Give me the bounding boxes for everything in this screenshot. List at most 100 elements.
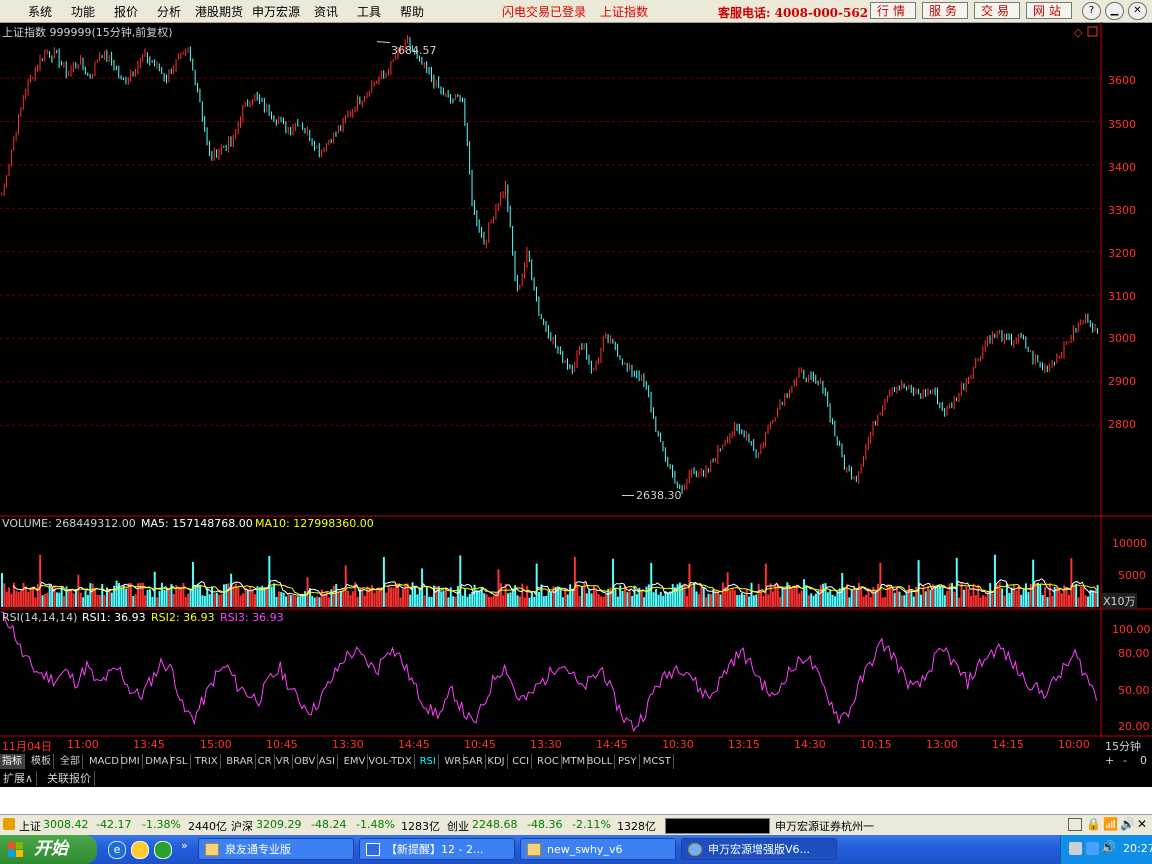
tab-rsi[interactable]: RSI bbox=[418, 754, 439, 769]
volume-bar bbox=[974, 595, 977, 607]
tab-mcst[interactable]: MCST bbox=[641, 754, 674, 769]
reset-button[interactable]: 0 bbox=[1140, 754, 1147, 767]
volume-bar bbox=[984, 596, 987, 607]
tab-vr[interactable]: VR bbox=[274, 754, 293, 769]
volume-bar bbox=[573, 556, 576, 607]
volume-bar bbox=[3, 583, 6, 607]
expand-tab[interactable]: 扩展∧ bbox=[0, 771, 38, 786]
tab-emv[interactable]: EMV bbox=[342, 754, 369, 769]
zoom-out-button[interactable]: - bbox=[1123, 754, 1127, 767]
close-status-icon[interactable]: ✕ bbox=[1137, 817, 1147, 831]
volume-bar bbox=[740, 592, 743, 607]
menu-help[interactable]: 帮助 bbox=[400, 3, 424, 20]
volume-bar bbox=[394, 583, 397, 607]
volume-bar bbox=[798, 593, 801, 607]
tab-obv[interactable]: OBV bbox=[292, 754, 319, 769]
clock[interactable]: 20:27 bbox=[1123, 842, 1152, 855]
service-button[interactable]: 服务 bbox=[922, 2, 968, 19]
tab-vol-tdx[interactable]: VOL-TDX bbox=[366, 754, 415, 769]
tab-dmi[interactable]: DMI bbox=[118, 754, 143, 769]
volume-bar bbox=[246, 590, 249, 607]
tab-asi[interactable]: ASI bbox=[317, 754, 338, 769]
volume-bar bbox=[530, 592, 533, 607]
menu-swhy[interactable]: 申万宏源 bbox=[252, 3, 300, 20]
volume-bar bbox=[779, 596, 782, 607]
volume-bar bbox=[444, 588, 447, 607]
tray-app-icon[interactable] bbox=[1069, 842, 1082, 855]
volume-bar bbox=[666, 592, 669, 607]
tab-boll[interactable]: BOLL bbox=[585, 754, 616, 769]
menu-system[interactable]: 系统 bbox=[28, 3, 52, 20]
volume-bar bbox=[115, 580, 118, 607]
volume-bar bbox=[1010, 587, 1013, 607]
task-quanyoutong[interactable]: 泉友通专业版 bbox=[198, 838, 354, 860]
volume-bar bbox=[373, 593, 376, 607]
windows-logo-icon bbox=[8, 842, 23, 857]
volume-bar bbox=[769, 583, 772, 607]
volume-bar bbox=[511, 588, 514, 607]
rsi-tick: 80.00 bbox=[1118, 647, 1150, 660]
volume-bar bbox=[760, 591, 763, 607]
tab-roc[interactable]: ROC bbox=[535, 754, 562, 769]
shield-icon[interactable] bbox=[1086, 842, 1099, 855]
tab-macd[interactable]: MACD bbox=[87, 754, 122, 769]
task-new-swhy[interactable]: new_swhy_v6 bbox=[520, 838, 676, 860]
tab-指标[interactable]: 指标 bbox=[0, 754, 25, 769]
minimize-icon[interactable]: ▁ bbox=[1105, 2, 1124, 20]
tab-全部[interactable]: 全部 bbox=[58, 754, 83, 769]
ie-icon[interactable]: e bbox=[108, 841, 126, 859]
menu-quote[interactable]: 报价 bbox=[114, 3, 138, 20]
tab-kdj[interactable]: KDJ bbox=[485, 754, 508, 769]
volume-bar bbox=[602, 596, 605, 607]
tab-brar[interactable]: BRAR bbox=[224, 754, 257, 769]
help-icon[interactable]: ? bbox=[1082, 2, 1101, 20]
chart-canvas[interactable]: ◇ bbox=[0, 22, 1152, 738]
lock-icon[interactable]: 🔒 bbox=[1086, 817, 1101, 831]
tab-cr[interactable]: CR bbox=[256, 754, 275, 769]
related-quotes-tab[interactable]: 关联报价 bbox=[44, 771, 95, 786]
volume-bar bbox=[822, 583, 825, 607]
volume-bar bbox=[172, 594, 175, 607]
website-button[interactable]: 网站 bbox=[1026, 2, 1072, 19]
zoom-in-button[interactable]: + bbox=[1105, 754, 1114, 767]
tab-fsl[interactable]: FSL bbox=[168, 754, 191, 769]
volume-icon[interactable]: 🔊 bbox=[1101, 840, 1116, 854]
start-button[interactable]: 开始 bbox=[0, 835, 97, 864]
volume-bar bbox=[803, 579, 806, 607]
volume-bar bbox=[53, 585, 56, 607]
volume-bar bbox=[318, 597, 321, 607]
volume-bar bbox=[590, 593, 593, 607]
menu-function[interactable]: 功能 bbox=[71, 3, 95, 20]
task-new-reminder[interactable]: 【新提醒】12 - 2... bbox=[359, 838, 515, 860]
flash-trade-status: 闪电交易已登录 bbox=[502, 5, 587, 19]
menu-analysis[interactable]: 分析 bbox=[157, 3, 181, 20]
window-icon[interactable] bbox=[1068, 818, 1082, 831]
tab-sar[interactable]: SAR bbox=[461, 754, 486, 769]
volume-title: VOLUME: 268449312.00 bbox=[2, 517, 136, 530]
quote-button[interactable]: 行情 bbox=[870, 2, 916, 19]
volume-tick: 10000 bbox=[1112, 537, 1147, 550]
app-icon[interactable] bbox=[154, 841, 172, 859]
close-icon[interactable]: ✕ bbox=[1128, 2, 1147, 20]
menu-news[interactable]: 资讯 bbox=[314, 3, 338, 20]
volume-bar bbox=[561, 597, 564, 607]
more-icon[interactable]: » bbox=[181, 839, 188, 852]
tab-psy[interactable]: PSY bbox=[616, 754, 640, 769]
volume-bar bbox=[232, 585, 235, 607]
volume-bar bbox=[762, 595, 765, 607]
volume-bar bbox=[347, 590, 350, 607]
tab-模板[interactable]: 模板 bbox=[29, 754, 54, 769]
volume-bar bbox=[48, 584, 51, 607]
volume-bar bbox=[203, 596, 206, 607]
task-swhy-enhanced[interactable]: 申万宏源增强版V6... bbox=[681, 838, 837, 860]
tab-trix[interactable]: TRIX bbox=[193, 754, 221, 769]
menu-tools[interactable]: 工具 bbox=[357, 3, 381, 20]
sound-icon[interactable]: 🔊 bbox=[1120, 817, 1135, 831]
menu-hk-futures[interactable]: 港股期货 bbox=[195, 3, 243, 20]
browser-icon[interactable] bbox=[131, 841, 149, 859]
tab-cci[interactable]: CCI bbox=[510, 754, 533, 769]
period-label[interactable]: 15分钟 bbox=[1105, 738, 1141, 754]
volume-bar bbox=[695, 591, 698, 607]
trade-button[interactable]: 交易 bbox=[974, 2, 1020, 19]
cy-index-change: -48.36 bbox=[527, 818, 563, 831]
